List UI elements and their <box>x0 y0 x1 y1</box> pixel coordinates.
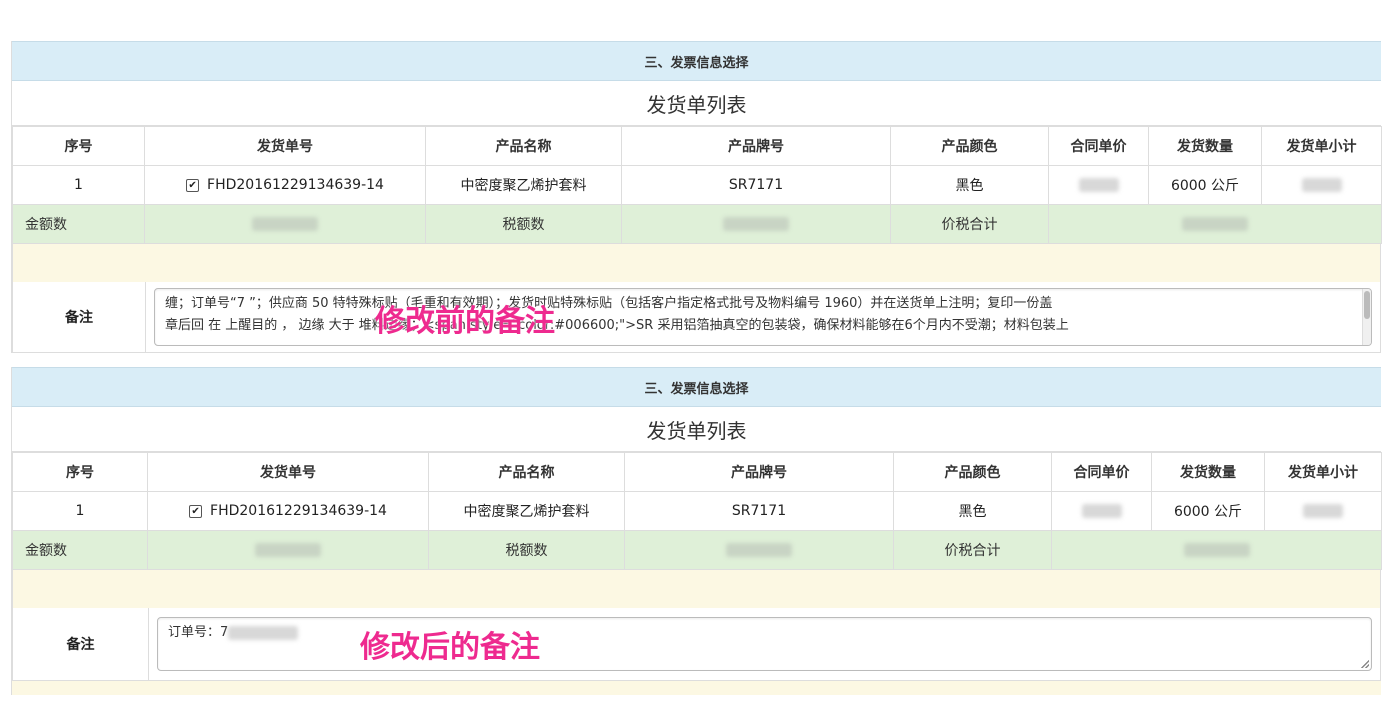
tax-label: 税额数 <box>428 530 625 570</box>
tax-value <box>621 204 891 244</box>
row-qty: 6000 公斤 <box>1151 491 1265 531</box>
remark-textarea[interactable]: 订单号：7 <box>157 617 1372 671</box>
remark-text: 订单号：7 <box>168 625 229 640</box>
tax-value <box>624 530 894 570</box>
section-header: 三、发票信息选择 <box>12 41 1381 81</box>
redacted-value <box>1301 178 1342 192</box>
row-qty: 6000 公斤 <box>1148 165 1262 205</box>
col-index: 序号 <box>12 126 145 166</box>
col-unit-price: 合同单价 <box>1051 452 1152 492</box>
summary-row: 金额数 税额数 价税合计 <box>12 530 1382 570</box>
col-color: 产品颜色 <box>893 452 1052 492</box>
row-index: 1 <box>12 165 145 205</box>
total-value <box>1051 530 1382 570</box>
section-header: 三、发票信息选择 <box>12 367 1381 407</box>
redacted-value <box>726 543 792 557</box>
remark-cell: 缠；订单号“7 ”；供应商 50 特特殊标贴（毛重和有效期）；发货时贴特殊标贴（… <box>146 282 1380 352</box>
redacted-value <box>1303 504 1343 518</box>
table-row: 1 ✔ FHD20161229134639-14 中密度聚乙烯护套料 SR7171… <box>12 491 1382 531</box>
remark-label: 备注 <box>13 608 149 680</box>
row-grade: SR7171 <box>624 491 894 531</box>
table-row: 1 ✔ FHD20161229134639-14 中密度聚乙烯护套料 SR7171… <box>12 165 1382 205</box>
redacted-value <box>1078 178 1119 192</box>
col-order-no: 发货单号 <box>147 452 429 492</box>
col-grade: 产品牌号 <box>621 126 891 166</box>
invoice-panel-before: 三、发票信息选择 发货单列表 序号 发货单号 产品名称 产品牌号 产品颜色 合同… <box>11 41 1382 353</box>
row-order-cell: ✔ FHD20161229134639-14 <box>144 165 426 205</box>
shipment-table: 序号 发货单号 产品名称 产品牌号 产品颜色 合同单价 发货数量 发货单小计 1… <box>12 452 1382 570</box>
table-header-row: 序号 发货单号 产品名称 产品牌号 产品颜色 合同单价 发货数量 发货单小计 <box>12 452 1382 492</box>
checkbox-checked-icon[interactable]: ✔ <box>186 178 200 192</box>
col-subtotal: 发货单小计 <box>1261 126 1382 166</box>
remark-row: 备注 订单号：7 <box>12 608 1381 681</box>
remark-label: 备注 <box>13 282 146 352</box>
row-subtotal <box>1264 491 1382 531</box>
list-title: 发货单列表 <box>12 81 1381 126</box>
remark-cell: 订单号：7 <box>149 608 1380 680</box>
tax-label: 税额数 <box>425 204 622 244</box>
col-product-name: 产品名称 <box>428 452 625 492</box>
resize-grip-icon[interactable] <box>1361 660 1369 668</box>
amount-label: 金额数 <box>12 204 145 244</box>
col-subtotal: 发货单小计 <box>1264 452 1382 492</box>
remark-line-2: 章后回 在 上醒目的 ， 边缘 大于 堆料边缘；<span style="col… <box>165 318 1069 333</box>
annotation-after: 修改后的备注 <box>360 630 540 665</box>
row-product-name: 中密度聚乙烯护套料 <box>425 165 622 205</box>
remark-line-1: 缠；订单号“7 ”；供应商 50 特特殊标贴（毛重和有效期）；发货时贴特殊标贴（… <box>165 296 1053 311</box>
redacted-value <box>228 625 299 640</box>
row-order-no: FHD20161229134639-14 <box>210 503 387 519</box>
row-color: 黑色 <box>893 491 1052 531</box>
col-qty: 发货数量 <box>1151 452 1265 492</box>
col-order-no: 发货单号 <box>144 126 426 166</box>
spacer-row <box>12 570 1381 608</box>
amount-value <box>144 204 426 244</box>
checkbox-checked-icon[interactable]: ✔ <box>189 504 203 518</box>
row-product-name: 中密度聚乙烯护套料 <box>428 491 625 531</box>
redacted-value <box>252 217 318 231</box>
bottom-strip <box>12 681 1381 695</box>
total-value <box>1048 204 1382 244</box>
row-grade: SR7171 <box>621 165 891 205</box>
row-color: 黑色 <box>890 165 1049 205</box>
spacer-row <box>12 244 1381 282</box>
row-unit-price <box>1048 165 1149 205</box>
col-qty: 发货数量 <box>1148 126 1262 166</box>
summary-row: 金额数 税额数 价税合计 <box>12 204 1382 244</box>
redacted-value <box>255 543 321 557</box>
shipment-table: 序号 发货单号 产品名称 产品牌号 产品颜色 合同单价 发货数量 发货单小计 1… <box>12 126 1382 244</box>
remark-row: 备注 缠；订单号“7 ”；供应商 50 特特殊标贴（毛重和有效期）；发货时贴特殊… <box>12 282 1381 353</box>
textarea-scrollbar[interactable] <box>1362 289 1371 345</box>
amount-label: 金额数 <box>12 530 148 570</box>
total-label: 价税合计 <box>893 530 1052 570</box>
table-header-row: 序号 发货单号 产品名称 产品牌号 产品颜色 合同单价 发货数量 发货单小计 <box>12 126 1382 166</box>
redacted-value <box>1081 504 1122 518</box>
row-unit-price <box>1051 491 1152 531</box>
col-product-name: 产品名称 <box>425 126 622 166</box>
col-color: 产品颜色 <box>890 126 1049 166</box>
remark-textarea[interactable]: 缠；订单号“7 ”；供应商 50 特特殊标贴（毛重和有效期）；发货时贴特殊标贴（… <box>154 288 1372 346</box>
annotation-before: 修改前的备注 <box>375 304 555 339</box>
col-index: 序号 <box>12 452 148 492</box>
row-order-no: FHD20161229134639-14 <box>207 177 384 193</box>
total-label: 价税合计 <box>890 204 1049 244</box>
redacted-value <box>723 217 789 231</box>
amount-value <box>147 530 429 570</box>
list-title: 发货单列表 <box>12 407 1381 452</box>
redacted-value <box>1182 217 1248 231</box>
col-grade: 产品牌号 <box>624 452 894 492</box>
col-unit-price: 合同单价 <box>1048 126 1149 166</box>
row-order-cell: ✔ FHD20161229134639-14 <box>147 491 429 531</box>
invoice-panel-after: 三、发票信息选择 发货单列表 序号 发货单号 产品名称 产品牌号 产品颜色 合同… <box>11 367 1382 695</box>
redacted-value <box>1183 543 1250 557</box>
row-subtotal <box>1261 165 1382 205</box>
row-index: 1 <box>12 491 148 531</box>
